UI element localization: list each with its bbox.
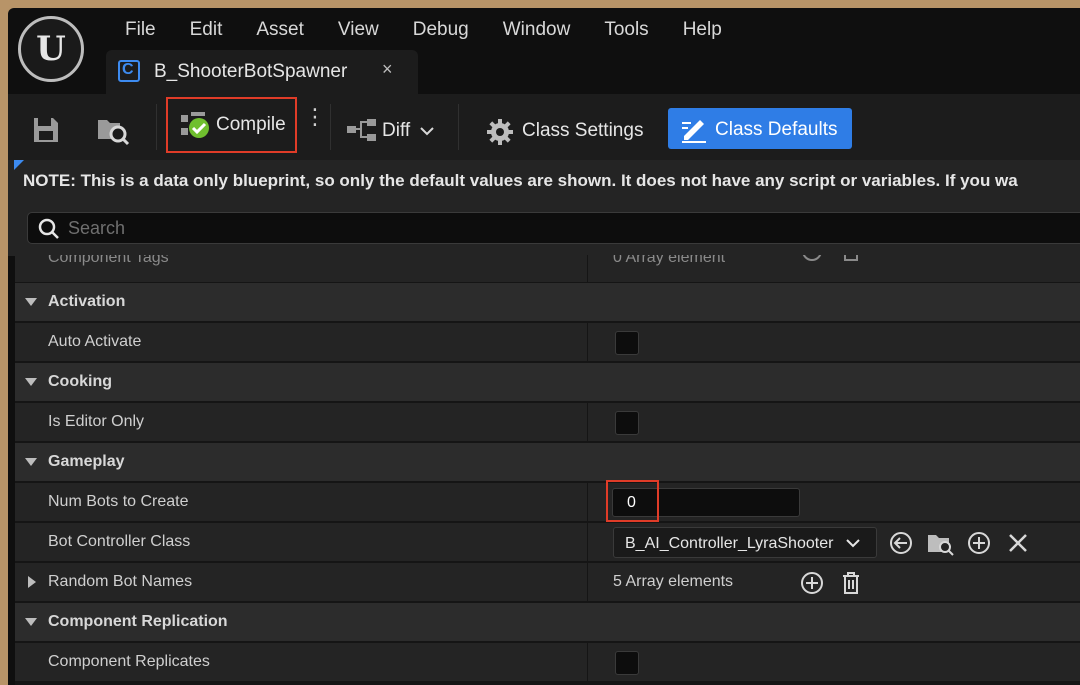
- bot-controller-value: B_AI_Controller_LyraShooter: [625, 535, 834, 552]
- property-row-bot-controller-class: Bot Controller Class B_AI_Controller_Lyr…: [15, 523, 1080, 562]
- editor-window: U File Edit Asset View Debug Window Tool…: [8, 8, 1080, 685]
- category-label: Component Replication: [48, 613, 228, 630]
- edit-pencil-icon: [682, 120, 706, 143]
- expand-arrow-icon[interactable]: [25, 378, 37, 386]
- category-cooking[interactable]: Cooking: [15, 363, 1080, 402]
- component-replicates-label: Component Replicates: [48, 653, 210, 670]
- column-divider: [587, 403, 588, 441]
- category-label: Activation: [48, 293, 126, 310]
- menu-bar: File Edit Asset View Debug Window Tools …: [108, 14, 739, 46]
- use-selected-arrow-icon[interactable]: [889, 531, 913, 555]
- category-activation[interactable]: Activation: [15, 283, 1080, 322]
- menu-asset[interactable]: Asset: [239, 14, 321, 46]
- category-component-replication[interactable]: Component Replication: [15, 603, 1080, 642]
- compile-label: Compile: [216, 114, 286, 135]
- menu-window[interactable]: Window: [486, 14, 588, 46]
- search-icon: [38, 218, 59, 239]
- data-only-note-bar: NOTE: This is a data only blueprint, so …: [8, 160, 1080, 206]
- num-bots-label: Num Bots to Create: [48, 493, 189, 510]
- property-row-random-bot-names: Random Bot Names 5 Array elements: [15, 563, 1080, 602]
- column-divider: [587, 323, 588, 361]
- random-bot-names-label: Random Bot Names: [48, 573, 193, 590]
- column-divider: [587, 643, 588, 681]
- tab-close-icon[interactable]: ×: [382, 59, 393, 80]
- save-icon[interactable]: [32, 116, 60, 144]
- menu-file[interactable]: File: [108, 14, 173, 46]
- diff-icon[interactable]: [346, 118, 378, 142]
- class-defaults-button[interactable]: Class Defaults: [668, 108, 852, 149]
- expand-arrow-icon[interactable]: [25, 298, 37, 306]
- trash-icon[interactable]: [842, 255, 860, 263]
- menu-view[interactable]: View: [321, 14, 396, 46]
- menu-help[interactable]: Help: [666, 14, 739, 46]
- chevron-down-icon: [846, 539, 860, 548]
- trash-icon[interactable]: [841, 571, 861, 595]
- data-only-note-text: NOTE: This is a data only blueprint, so …: [23, 171, 1018, 190]
- menu-edit[interactable]: Edit: [173, 14, 240, 46]
- tab-b-shooterbotspawner[interactable]: C B_ShooterBotSpawner ×: [106, 50, 418, 94]
- compile-status-icon: [181, 112, 209, 138]
- add-element-icon[interactable]: [801, 255, 823, 263]
- column-divider: [587, 483, 588, 521]
- column-divider: [587, 255, 588, 282]
- add-circle-icon[interactable]: [967, 531, 991, 555]
- browse-folder-icon[interactable]: [96, 114, 130, 146]
- bot-controller-class-dropdown[interactable]: B_AI_Controller_LyraShooter: [613, 527, 877, 558]
- expand-arrow-icon[interactable]: [25, 618, 37, 626]
- category-gameplay[interactable]: Gameplay: [15, 443, 1080, 482]
- property-row-component-tags: Component Tags 0 Array element: [15, 255, 1080, 283]
- category-label: Gameplay: [48, 453, 125, 470]
- note-corner-marker: [14, 160, 24, 170]
- is-editor-only-label: Is Editor Only: [48, 413, 145, 430]
- is-editor-only-checkbox[interactable]: [615, 411, 639, 435]
- details-panel: Component Tags 0 Array element Activatio…: [15, 255, 1080, 685]
- search-box[interactable]: [27, 212, 1080, 244]
- bot-controller-label: Bot Controller Class: [48, 533, 191, 550]
- clear-x-icon[interactable]: [1008, 533, 1028, 553]
- blueprint-class-icon-letter: C: [122, 61, 134, 78]
- blueprint-class-icon: C: [118, 60, 140, 82]
- auto-activate-checkbox[interactable]: [615, 331, 639, 355]
- menu-debug[interactable]: Debug: [396, 14, 486, 46]
- property-row-auto-activate: Auto Activate: [15, 323, 1080, 362]
- unreal-logo-icon[interactable]: U: [18, 16, 84, 82]
- add-element-icon[interactable]: [800, 571, 824, 595]
- class-defaults-label: Class Defaults: [715, 119, 838, 140]
- search-input[interactable]: [68, 217, 968, 239]
- class-settings-label[interactable]: Class Settings: [522, 120, 643, 142]
- component-replicates-checkbox[interactable]: [615, 651, 639, 675]
- gear-icon[interactable]: [486, 118, 514, 146]
- random-bot-names-value: 5 Array elements: [613, 573, 734, 590]
- compile-button[interactable]: Compile: [166, 97, 297, 153]
- search-area: [8, 206, 1080, 256]
- column-divider: [587, 563, 588, 601]
- num-bots-highlight-box: [606, 480, 659, 522]
- chevron-down-icon[interactable]: [420, 127, 434, 137]
- component-tags-label: Component Tags: [48, 255, 169, 266]
- menu-tools[interactable]: Tools: [587, 14, 665, 46]
- category-label: Cooking: [48, 373, 112, 390]
- tab-title: B_ShooterBotSpawner: [154, 61, 348, 82]
- toolbar-separator: [330, 104, 331, 150]
- auto-activate-label: Auto Activate: [48, 333, 142, 350]
- toolbar-separator: [156, 104, 157, 150]
- property-row-num-bots: Num Bots to Create 0: [15, 480, 1080, 522]
- column-divider: [587, 523, 588, 561]
- browse-asset-icon[interactable]: [927, 531, 955, 557]
- compile-options-kebab-icon[interactable]: ⋮: [304, 106, 326, 128]
- collapsed-arrow-icon[interactable]: [28, 576, 36, 588]
- logo-letter: U: [36, 29, 66, 69]
- property-row-is-editor-only: Is Editor Only: [15, 403, 1080, 442]
- property-row-component-replicates: Component Replicates: [15, 643, 1080, 682]
- diff-label[interactable]: Diff: [382, 120, 410, 142]
- toolbar: Compile ⋮ Diff Class Settings Class Defa…: [8, 94, 1080, 160]
- component-tags-value: 0 Array element: [613, 255, 726, 266]
- toolbar-separator: [458, 104, 459, 150]
- expand-arrow-icon[interactable]: [25, 458, 37, 466]
